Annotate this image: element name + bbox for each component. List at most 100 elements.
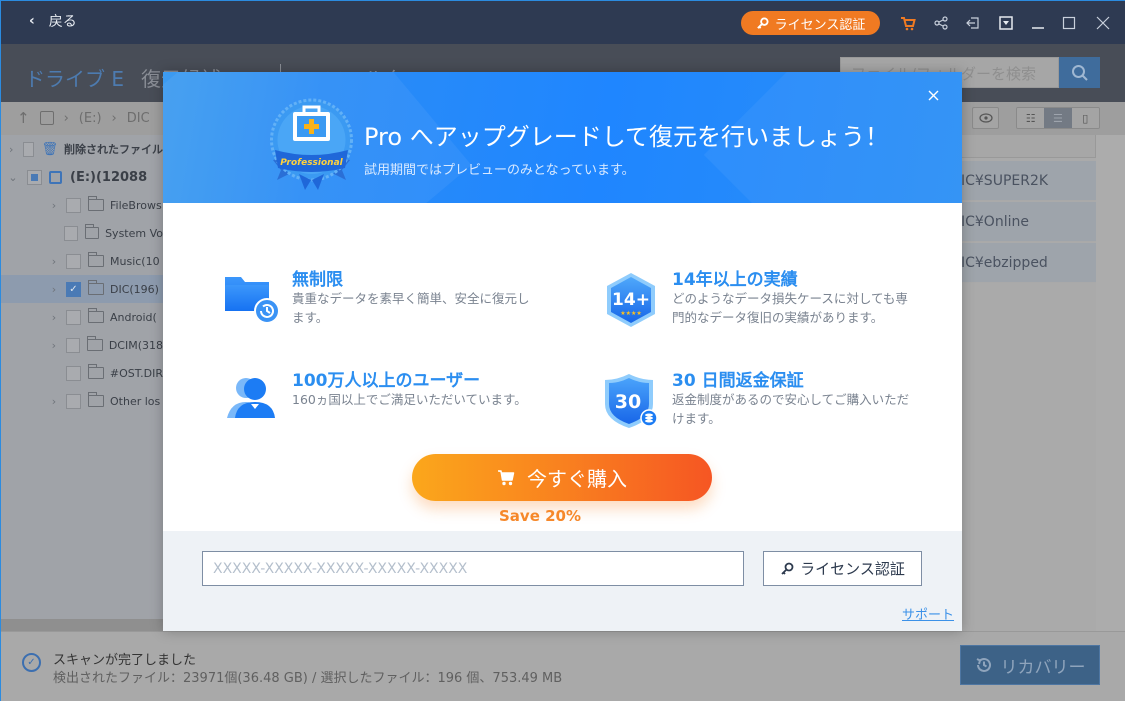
recover-label: リカバリー <box>1000 657 1086 678</box>
license-activation-button[interactable]: ライセンス認証 <box>741 11 880 35</box>
checkbox[interactable] <box>27 169 42 185</box>
checkbox[interactable] <box>66 393 81 409</box>
folder-icon <box>87 336 103 351</box>
tree-item-folder[interactable]: › Other los <box>1 387 163 415</box>
checkbox[interactable] <box>66 197 81 213</box>
feature-desc: 返金制度があるので安心してご購入いただけます。 <box>672 392 910 426</box>
list-view-icon[interactable]: ☰ <box>1044 108 1072 128</box>
trash-icon: 🗑 <box>41 141 58 157</box>
dialog-subtitle: 試用期間ではプレビューのみとなっています。 <box>364 163 635 178</box>
export-icon[interactable] <box>963 13 983 33</box>
drive-icon <box>49 170 62 184</box>
feature-title: 30 日間返金保証 <box>672 371 804 391</box>
chevron-right-icon[interactable]: › <box>48 199 60 212</box>
view-mode-group: ☷ ☰ ▯ <box>1016 107 1100 129</box>
scan-status-detail: 検出されたファイル：23971個(36.48 GB) / 選択したファイル：19… <box>53 671 563 686</box>
tree-item-folder[interactable]: #OST.DIR <box>1 359 163 387</box>
cart-icon[interactable] <box>898 13 918 33</box>
folder-restore-icon <box>225 277 279 324</box>
tab-drive[interactable]: ドライブ E <box>25 63 124 92</box>
feature-desc: 貴重なデータを素早く簡単、安全に復元します。 <box>292 291 530 325</box>
detail-view-icon[interactable]: ▯ <box>1071 108 1099 128</box>
checkbox-checked[interactable]: ✓ <box>66 281 81 297</box>
chevron-right-icon: › <box>111 110 117 126</box>
tree-item-folder-selected[interactable]: › ✓ DIC(196) <box>1 275 163 303</box>
breadcrumb-item[interactable]: DIC <box>127 111 150 126</box>
checkbox[interactable] <box>66 253 81 269</box>
horizontal-scrollbar[interactable] <box>1 619 163 631</box>
minimize-icon[interactable] <box>1028 13 1048 33</box>
list-item[interactable]: IC¥Online <box>961 202 1096 242</box>
search-icon <box>1071 64 1088 81</box>
checkbox[interactable] <box>23 141 35 157</box>
professional-badge-icon: Professional <box>270 98 353 190</box>
chevron-right-icon[interactable]: › <box>7 143 15 156</box>
dialog-title: Pro へアップグレードして復元を行いましょう！ <box>364 123 889 151</box>
checkbox[interactable] <box>65 365 81 381</box>
buy-now-button[interactable]: 今すぐ購入 <box>412 454 712 501</box>
discount-label: Save 20% <box>499 507 582 525</box>
recover-button[interactable]: リカバリー <box>960 645 1100 685</box>
share-icon[interactable] <box>931 13 951 33</box>
tree-item-folder[interactable]: › Music(10 <box>1 247 163 275</box>
tree-item-folder[interactable]: System Vo <box>1 219 163 247</box>
svg-text:14+: 14+ <box>612 290 650 310</box>
tree-item-folder[interactable]: › DCIM(318 <box>1 331 163 359</box>
feature-unlimited: 無制限 貴重なデータを素早く簡単、安全に復元します。 <box>223 270 543 343</box>
list-item-path: IC¥Online <box>961 213 1029 230</box>
checkbox[interactable] <box>65 337 81 353</box>
check-circle-icon: ✓ <box>22 653 41 672</box>
tree-item-label: Android( <box>110 310 157 324</box>
license-key-input[interactable] <box>202 551 744 586</box>
drive-icon <box>39 111 54 125</box>
tree-item-label: DCIM(318 <box>108 338 163 352</box>
svg-text:★★★★: ★★★★ <box>620 310 642 317</box>
cart-icon <box>498 470 515 486</box>
list-item-path: IC¥ebzipped <box>961 254 1048 271</box>
maximize-icon[interactable] <box>1059 13 1079 33</box>
vertical-scrollbar[interactable] <box>1096 135 1125 631</box>
shield-30-icon: 30 <box>605 374 658 428</box>
feature-track-record: 14+ ★★★★ 14年以上の実績 どのようなデータ損失ケースに対しても専門的な… <box>603 270 923 343</box>
chevron-down-icon[interactable]: ⌄ <box>7 171 19 184</box>
folder-icon <box>84 224 100 239</box>
feature-title: 14年以上の実績 <box>672 270 798 290</box>
support-link[interactable]: サポート <box>902 604 954 623</box>
chevron-right-icon[interactable]: › <box>48 283 60 296</box>
list-item[interactable]: IC¥SUPER2K <box>961 161 1096 201</box>
folder-tree: › 🗑 削除されたファイル ⌄ (E:)(12088 › FileBrows S… <box>1 135 163 619</box>
folder-icon <box>88 252 104 267</box>
dialog-close-button[interactable] <box>928 85 939 106</box>
back-button[interactable]: ‹ 戻る <box>29 11 77 31</box>
close-icon[interactable] <box>1093 13 1113 33</box>
tree-item-label: #OST.DIR <box>109 366 163 380</box>
tree-item-label: DIC(196) <box>110 282 159 296</box>
menu-dropdown-icon[interactable] <box>996 13 1016 33</box>
license-activate-button[interactable]: ライセンス認証 <box>763 551 922 586</box>
chevron-right-icon[interactable]: › <box>48 395 60 408</box>
checkbox[interactable] <box>66 309 81 325</box>
checkbox[interactable] <box>64 225 78 241</box>
svg-text:Professional: Professional <box>280 158 343 168</box>
list-item-path: IC¥SUPER2K <box>961 172 1049 189</box>
tree-item-drive-e[interactable]: ⌄ (E:)(12088 <box>1 163 163 191</box>
close-icon <box>928 90 939 101</box>
up-arrow-icon[interactable]: ↑ <box>17 109 30 127</box>
preview-toggle-button[interactable] <box>972 107 999 129</box>
dialog-footer: ライセンス認証 サポート <box>163 531 962 631</box>
list-item[interactable]: IC¥ebzipped <box>961 243 1096 283</box>
folder-icon <box>87 364 104 379</box>
chevron-left-icon: ‹ <box>29 13 35 29</box>
license-activate-label: ライセンス認証 <box>800 560 905 578</box>
folder-icon <box>88 196 104 211</box>
scan-status-title: スキャンが完了しました <box>53 653 197 668</box>
chevron-right-icon[interactable]: › <box>48 311 60 324</box>
chevron-right-icon[interactable]: › <box>48 255 60 268</box>
tree-item-folder[interactable]: › Android( <box>1 303 163 331</box>
search-button[interactable] <box>1059 57 1100 88</box>
chevron-right-icon[interactable]: › <box>48 339 60 352</box>
breadcrumb-item[interactable]: (E:) <box>79 111 102 126</box>
grid-view-icon[interactable]: ☷ <box>1017 108 1045 128</box>
tree-item-deleted-files[interactable]: › 🗑 削除されたファイル <box>1 135 163 163</box>
tree-item-folder[interactable]: › FileBrows <box>1 191 163 219</box>
